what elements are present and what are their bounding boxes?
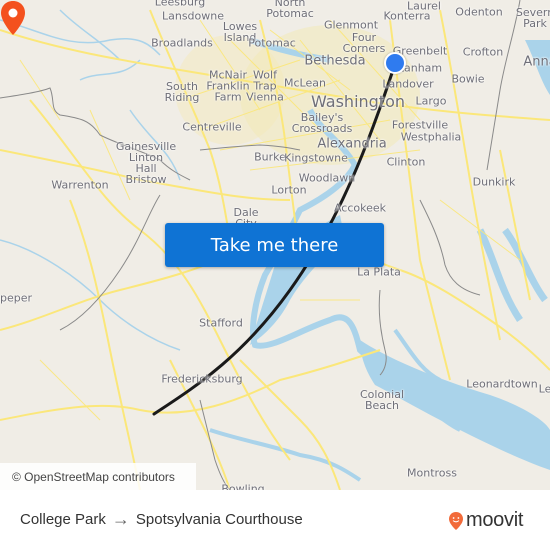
place-label: SevernPark xyxy=(515,6,550,30)
place-label: Gainesville Linton Hall Bristow xyxy=(115,140,177,186)
place-label: Woodlawn xyxy=(298,171,356,185)
moovit-pin-icon xyxy=(449,511,463,530)
place-label: Washington xyxy=(310,92,406,111)
origin-label: College Park xyxy=(20,511,106,528)
place-label: Largo xyxy=(415,94,447,108)
place-label: Wolf Trap Vienna xyxy=(246,68,284,104)
place-label: Bowie xyxy=(451,72,485,86)
place-label: Stafford xyxy=(199,316,243,330)
destination-label: Spotsylvania Courthouse xyxy=(135,511,303,528)
place-label: Leonardtown xyxy=(466,377,538,391)
brand-name: moovit xyxy=(466,509,524,531)
place-label: Four Corners xyxy=(342,31,386,55)
moovit-logo[interactable]: moovit xyxy=(448,509,523,532)
place-label: Crofton xyxy=(462,45,504,59)
place-label: Anna xyxy=(523,54,550,70)
place-label: North Potomac xyxy=(266,0,314,20)
place-label: Forestville xyxy=(391,118,449,132)
origin-pin-icon[interactable] xyxy=(384,52,406,74)
place-label: Bailey's Crossroads xyxy=(291,111,353,135)
place-label: McNair Franklin Farm xyxy=(206,68,250,104)
place-label: Konterra xyxy=(383,9,431,23)
place-label: Montross xyxy=(407,466,457,480)
map-canvas[interactable]: Leesburg Lansdowne North Potomac Lowes Island… xyxy=(0,0,550,490)
place-label: Leesburg xyxy=(154,0,206,9)
place-label: Colonial Beach xyxy=(359,388,405,412)
place-label: Accokeek xyxy=(333,201,387,215)
place-label: Le xyxy=(538,382,550,396)
place-label: Potomac xyxy=(248,36,296,50)
place-label: Lorton xyxy=(271,183,307,197)
place-label: Bethesda xyxy=(304,53,366,69)
place-label: Westphalia xyxy=(400,130,462,144)
place-label: La Plata xyxy=(357,265,401,279)
place-label: Fredericksburg xyxy=(161,372,243,386)
destination-pin-icon[interactable] xyxy=(0,0,26,36)
place-label: Glenmont xyxy=(323,18,379,32)
place-label: Broadlands xyxy=(151,36,213,50)
place-label: Odenton xyxy=(455,5,503,19)
place-label: Clinton xyxy=(386,155,426,169)
place-label: Lansdowne xyxy=(161,9,225,23)
take-me-there-button[interactable]: Take me there xyxy=(165,223,384,267)
place-label: South Riding xyxy=(164,80,200,104)
place-label: Warrenton xyxy=(51,178,109,192)
place-label: McLean xyxy=(284,76,326,90)
place-label: Alexandria xyxy=(317,136,387,152)
place-label: Centreville xyxy=(182,120,242,134)
place-label: Kingstowne xyxy=(284,151,348,165)
place-label: Dunkirk xyxy=(472,175,516,189)
place-label: peper xyxy=(0,291,33,305)
map-attribution[interactable]: © OpenStreetMap contributors xyxy=(0,463,196,490)
arrow-right-icon: → xyxy=(111,509,130,529)
rappahannock-river xyxy=(209,428,362,482)
place-label: Landover xyxy=(382,77,434,91)
place-label: Burke xyxy=(254,150,286,164)
attribution-text[interactable]: © OpenStreetMap contributors xyxy=(12,470,175,484)
patuxent-river xyxy=(476,227,548,322)
route-summary: College Park → Spotsylvania Courthouse xyxy=(20,509,303,530)
